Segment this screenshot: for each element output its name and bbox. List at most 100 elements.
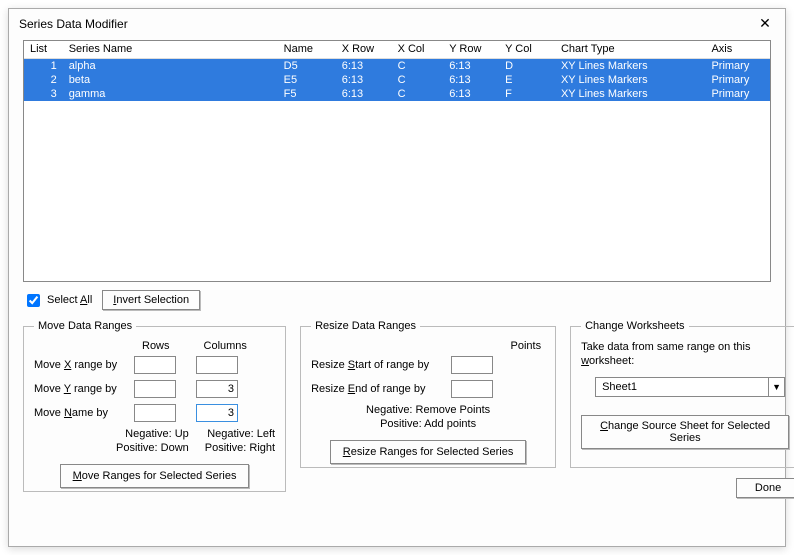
series-grid[interactable]: List Series Name Name X Row X Col Y Row … [23,40,771,282]
cell-series: beta [63,73,278,87]
resize-notes: Negative: Remove Points Positive: Add po… [311,404,545,432]
move-hdr-cols: Columns [204,340,247,352]
resize-e-post: nd of range by [355,383,425,395]
table-row[interactable]: 2betaE56:13C6:13EXY Lines MarkersPrimary [24,73,770,87]
cell-name: D5 [278,59,336,74]
select-all-label[interactable]: Select All [23,291,92,310]
col-header-xcol[interactable]: X Col [392,41,444,59]
table-row[interactable]: 1alphaD56:13C6:13DXY Lines MarkersPrimar… [24,59,770,74]
change-text-u: w [581,355,589,367]
move-name-rows-input[interactable] [134,404,176,422]
select-all-text-pre: Select [47,294,80,306]
change-btn-post: hange Source Sheet for Selected Series [608,420,770,444]
cell-xcol: C [392,73,444,87]
resize-hdr-points: Points [511,340,542,352]
grid-header-row: List Series Name Name X Row X Col Y Row … [24,41,770,59]
cell-list: 1 [24,59,63,74]
move-n-post: ame by [72,407,108,419]
change-worksheets-group: Change Worksheets Take data from same ra… [570,320,794,468]
cell-xrow: 6:13 [336,87,392,101]
cell-yrow: 6:13 [443,59,499,74]
titlebar: Series Data Modifier ✕ [9,9,785,36]
col-header-yrow[interactable]: Y Row [443,41,499,59]
table-row[interactable]: 3gammaF56:13C6:13FXY Lines MarkersPrimar… [24,87,770,101]
window-title: Series Data Modifier [19,17,128,31]
resize-btn-u: R [343,446,351,458]
resize-ranges-button[interactable]: Resize Ranges for Selected Series [330,440,527,464]
col-header-series[interactable]: Series Name [63,41,278,59]
resize-s-post: tart of range by [355,359,429,371]
col-header-ycol[interactable]: Y Col [499,41,555,59]
cell-chart: XY Lines Markers [555,87,705,101]
chevron-down-icon[interactable]: ▼ [768,378,784,396]
cell-series: alpha [63,59,278,74]
resize-btn-post: esize Ranges for Selected Series [351,446,514,458]
cell-axis: Primary [705,73,770,87]
done-button[interactable]: Done [736,478,794,498]
move-ranges-button[interactable]: Move Ranges for Selected Series [60,464,250,488]
cell-xcol: C [392,59,444,74]
col-header-chart[interactable]: Chart Type [555,41,705,59]
resize-end-input[interactable] [451,380,493,398]
worksheet-select[interactable]: Sheet1 ▼ [595,377,785,397]
change-text-post: orksheet: [589,355,634,367]
cell-name: F5 [278,87,336,101]
worksheet-select-value: Sheet1 [602,381,637,393]
cell-axis: Primary [705,87,770,101]
move-y-rows-input[interactable] [134,380,176,398]
move-x-post: range by [71,359,117,371]
cell-ycol: D [499,59,555,74]
move-x-pre: Move [34,359,64,371]
move-x-rows-input[interactable] [134,356,176,374]
cell-ycol: F [499,87,555,101]
cell-chart: XY Lines Markers [555,59,705,74]
cell-series: gamma [63,87,278,101]
dialog-window: Series Data Modifier ✕ List Series Name … [8,8,786,547]
cell-list: 3 [24,87,63,101]
resize-s-u: S [348,359,355,371]
col-header-xrow[interactable]: X Row [336,41,392,59]
select-all-checkbox[interactable] [27,294,40,307]
resize-s-pre: Resize [311,359,348,371]
move-btn-u: M [73,470,82,482]
col-header-list[interactable]: List [24,41,63,59]
change-legend: Change Worksheets [581,320,688,332]
move-legend: Move Data Ranges [34,320,136,332]
cell-xrow: 6:13 [336,73,392,87]
move-y-post: range by [71,383,117,395]
cell-yrow: 6:13 [443,73,499,87]
move-y-cols-input[interactable] [196,380,238,398]
move-note-cols: Negative: Left Positive: Right [205,428,275,456]
cell-name: E5 [278,73,336,87]
change-text: Take data from same range on this worksh… [581,340,789,369]
move-hdr-rows: Rows [142,340,170,352]
move-x-cols-input[interactable] [196,356,238,374]
cell-ycol: E [499,73,555,87]
col-header-name[interactable]: Name [278,41,336,59]
resize-start-input[interactable] [451,356,493,374]
move-btn-post: ove Ranges for Selected Series [82,470,237,482]
resize-data-ranges-group: Resize Data Ranges Points Resize Start o… [300,320,556,468]
col-header-axis[interactable]: Axis [705,41,770,59]
resize-e-pre: Resize [311,383,348,395]
move-name-cols-input[interactable] [196,404,238,422]
resize-legend: Resize Data Ranges [311,320,420,332]
move-n-pre: Move [34,407,64,419]
cell-xrow: 6:13 [336,59,392,74]
cell-axis: Primary [705,59,770,74]
change-btn-u: C [600,420,608,432]
select-all-text-post: ll [87,294,92,306]
cell-chart: XY Lines Markers [555,73,705,87]
invert-selection-button[interactable]: Invert Selection [102,290,200,310]
cell-xcol: C [392,87,444,101]
move-n-u: N [64,407,72,419]
close-icon[interactable]: ✕ [755,15,775,32]
change-text-pre: Take data from same range on this [581,341,750,353]
move-y-pre: Move [34,383,64,395]
move-note-rows: Negative: Up Positive: Down [116,428,189,456]
invert-post: nvert Selection [116,294,189,306]
change-source-sheet-button[interactable]: Change Source Sheet for Selected Series [581,415,789,449]
move-data-ranges-group: Move Data Ranges Rows Columns Move X ran… [23,320,286,492]
cell-list: 2 [24,73,63,87]
cell-yrow: 6:13 [443,87,499,101]
